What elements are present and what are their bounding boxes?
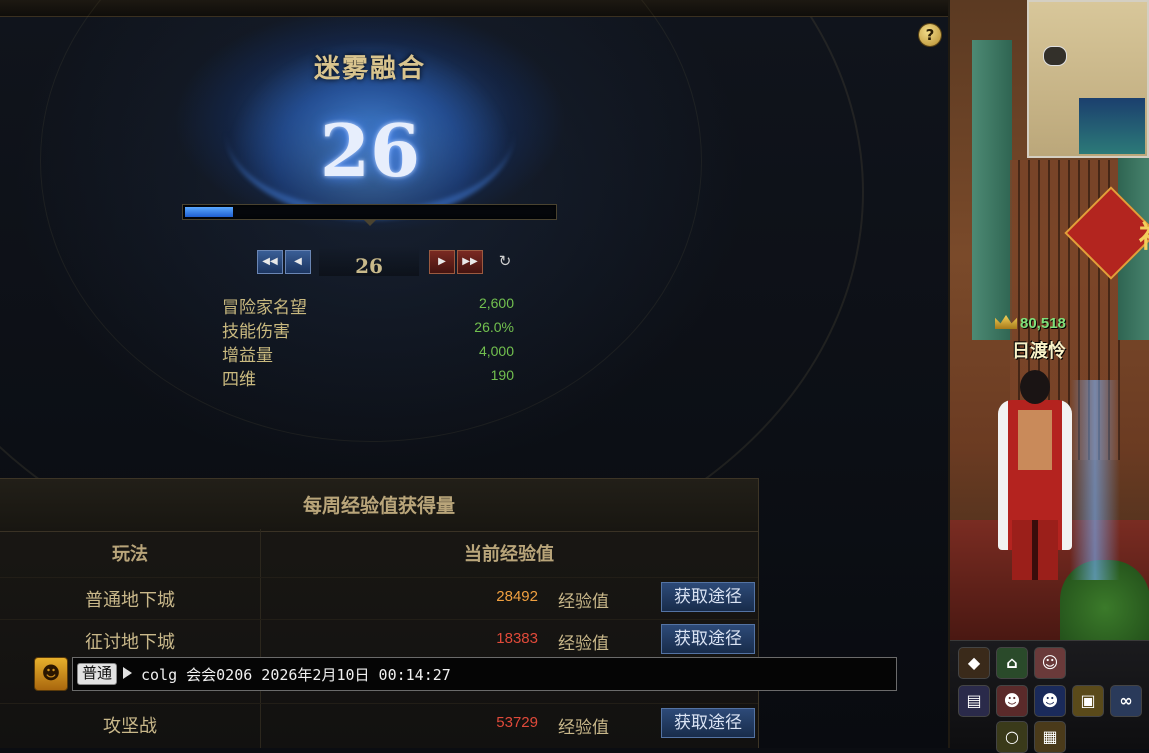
character-fame: 80,518	[995, 315, 1066, 332]
avatar-icon[interactable]: ☻	[996, 685, 1028, 717]
stat-value: 190	[490, 367, 514, 383]
ring-icon[interactable]: ○	[996, 721, 1028, 753]
help-icon[interactable]: ?	[919, 24, 941, 46]
stat-row-fame: 冒险家名望 2,600	[222, 293, 514, 317]
get-method-button[interactable]: 获取途径	[661, 624, 755, 654]
calendar-icon[interactable]: ▦	[1034, 721, 1066, 753]
stat-label: 冒险家名望	[222, 298, 307, 317]
first-level-button[interactable]: ◀◀	[257, 250, 283, 274]
current-level-label: 26	[319, 246, 419, 278]
stat-value: 4,000	[478, 343, 514, 359]
book-icon[interactable]: ▤	[958, 685, 990, 717]
fu-sign-text: 福	[1134, 212, 1149, 256]
minimap[interactable]	[1027, 0, 1149, 158]
table-row: 攻坚战 53729 经验值 获取途径	[0, 703, 758, 744]
minimap-player-icon	[1043, 46, 1067, 66]
weekly-exp-title: 每周经验值获得量	[0, 479, 758, 532]
row-exp-unit: 经验值	[558, 718, 609, 737]
link-icon[interactable]: ∞	[1110, 685, 1142, 717]
chat-input[interactable]: 普通 colg 会会0206 2026年2月10日 00:14:27	[72, 657, 897, 691]
last-level-button[interactable]: ▶▶	[457, 250, 483, 274]
table-row: 普通地下城 28492 经验值 获取途径	[0, 577, 758, 618]
refresh-icon[interactable]: ↻	[495, 250, 515, 272]
panel-title: 迷雾融合	[313, 54, 426, 84]
home-icon[interactable]: ⌂	[996, 647, 1028, 679]
character-legs	[1012, 520, 1058, 580]
character-body	[1018, 410, 1052, 470]
pet-icon[interactable]: ◆	[958, 647, 990, 679]
row-exp-unit: 经验值	[558, 592, 609, 611]
stat-label: 增益量	[222, 346, 273, 365]
card-icon[interactable]: ▣	[1072, 685, 1104, 717]
level-progress-fill	[185, 207, 233, 217]
get-method-button[interactable]: 获取途径	[661, 582, 755, 612]
stat-value: 26.0%	[474, 319, 514, 335]
stat-row-buff: 增益量 4,000	[222, 341, 514, 365]
fusion-level-display: 26	[319, 108, 421, 193]
character-portrait-icon[interactable]: ☻	[1034, 685, 1066, 717]
fame-crown-icon	[995, 315, 1017, 329]
row-exp-value: 53729	[496, 714, 538, 731]
stat-value: 2,600	[478, 295, 514, 311]
chat-channel-tag[interactable]: 普通	[77, 663, 118, 685]
player-character[interactable]	[990, 370, 1080, 580]
next-level-button[interactable]: ▶	[429, 250, 455, 274]
stat-label: 四维	[222, 370, 256, 389]
row-mode-name: 征讨地下城	[85, 632, 175, 652]
companion-icon[interactable]: ☺	[1034, 647, 1066, 679]
stat-list: 冒险家名望 2,600 技能伤害 26.0% 增益量 4,000 四维 190	[222, 293, 514, 389]
row-mode-name: 攻坚战	[103, 716, 157, 736]
level-progress-bar	[182, 204, 557, 220]
column-header-mode: 玩法	[112, 544, 148, 565]
stat-row-skill-damage: 技能伤害 26.0%	[222, 317, 514, 341]
table-row: 征讨地下城 18383 经验值 获取途径	[0, 619, 758, 660]
column-header-exp: 当前经验值	[464, 544, 554, 565]
row-exp-value: 18383	[496, 630, 538, 647]
mist-fusion-panel: ? 迷雾融合 26 ◀◀ ◀ 26 ▶ ▶▶ ↻ 冒险家名望 2,600 技能伤…	[0, 0, 950, 748]
curtain-left	[972, 40, 1012, 340]
get-method-button[interactable]: 获取途径	[661, 708, 755, 738]
character-head	[1020, 370, 1050, 404]
character-fame-value: 80,518	[1020, 315, 1066, 332]
row-exp-unit: 经验值	[558, 634, 609, 653]
panel-top-bar	[0, 0, 948, 17]
weekly-exp-table: 每周经验值获得量 玩法 当前经验值 普通地下城 28492 经验值 获取途径 征…	[0, 478, 759, 748]
row-exp-value: 28492	[496, 588, 538, 605]
progress-pointer-icon	[363, 219, 377, 226]
prev-level-button[interactable]: ◀	[285, 250, 311, 274]
stat-row-four-stats: 四维 190	[222, 365, 514, 389]
stat-label: 技能伤害	[222, 322, 290, 341]
character-name[interactable]: 日渡怜	[1012, 337, 1066, 363]
chat-input-text[interactable]: colg 会会0206 2026年2月10日 00:14:27	[141, 664, 451, 685]
level-navigator: ◀◀ ◀ 26 ▶ ▶▶ ↻	[255, 246, 525, 278]
quick-menu-tray: ◆ ⌂ ☺ ▤ ☻ ☻ ▣ ∞ ○ ▦	[950, 640, 1149, 753]
chat-emoji-icon[interactable]: ☻	[34, 657, 68, 691]
minimap-terrain	[1079, 98, 1145, 154]
row-mode-name: 普通地下城	[85, 590, 175, 610]
channel-arrow-icon	[123, 667, 132, 679]
